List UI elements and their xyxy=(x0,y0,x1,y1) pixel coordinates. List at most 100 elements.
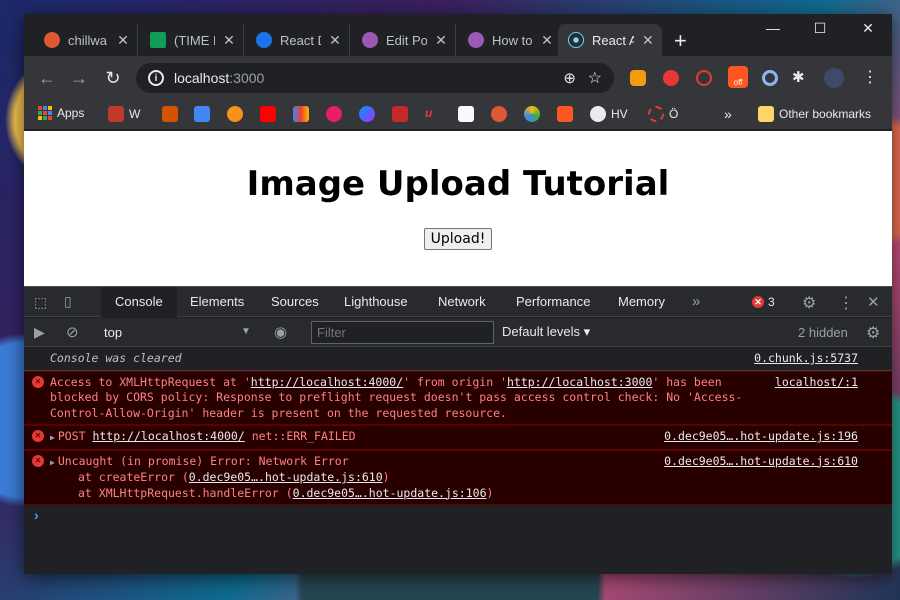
tab-title: chillwa xyxy=(68,32,108,48)
console-settings-icon[interactable]: ⚙ xyxy=(866,323,880,343)
tab-close-icon[interactable]: ✕ xyxy=(435,32,447,49)
upload-button[interactable]: Upload! xyxy=(423,228,493,250)
error-icon: ✕ xyxy=(32,375,44,388)
source-link[interactable]: 0.chunk.js:5737 xyxy=(754,351,858,367)
bookmark-youtube[interactable] xyxy=(260,106,276,122)
bookmark-translate[interactable] xyxy=(194,106,210,122)
tab-title: React D xyxy=(280,32,321,48)
bookmark-favicon-icon xyxy=(524,106,540,122)
tab-title: Edit Po xyxy=(386,32,428,48)
log-levels-dropdown[interactable]: Default levels ▾ xyxy=(502,324,590,340)
tab-react-app[interactable]: React A ✕ xyxy=(558,24,662,56)
devtools-close-icon[interactable]: ✕ xyxy=(867,293,880,311)
filter-input[interactable] xyxy=(311,321,494,344)
error-url-link[interactable]: http://localhost:4000/ xyxy=(92,429,244,443)
puzzle-icon[interactable]: ✱ xyxy=(792,68,808,86)
extension-icon[interactable] xyxy=(630,70,646,86)
menu-icon[interactable]: ⋮ xyxy=(862,67,878,86)
tab-chillwave[interactable]: chillwa ✕ xyxy=(34,24,138,56)
inspect-element-icon[interactable]: ⬚ xyxy=(34,294,47,311)
eye-icon[interactable]: ◉ xyxy=(274,323,287,341)
bookmark-apps[interactable]: Apps xyxy=(38,106,84,120)
bookmark-duckduckgo[interactable] xyxy=(491,106,507,122)
bookmark-w[interactable]: W xyxy=(108,106,140,122)
bookmark-3[interactable] xyxy=(392,106,408,122)
maximize-button[interactable]: ☐ xyxy=(805,20,835,37)
tab-console[interactable]: Console xyxy=(101,287,177,317)
error-icon: ✕ xyxy=(32,454,44,467)
tab-close-icon[interactable]: ✕ xyxy=(642,32,654,49)
web-page: Image Upload Tutorial Upload! xyxy=(24,131,892,286)
tab-edit-post[interactable]: Edit Po ✕ xyxy=(352,24,456,56)
stack-link[interactable]: 0.dec9e05….hot-update.js:106 xyxy=(293,486,487,500)
bookmark-messenger[interactable] xyxy=(359,106,375,122)
bookmark-wwe[interactable] xyxy=(458,106,474,122)
bookmark-star-icon[interactable]: ☆ xyxy=(588,68,602,88)
bookmark-o[interactable]: Ö xyxy=(648,106,678,122)
context-selector[interactable]: top xyxy=(104,325,122,340)
tab-memory[interactable]: Memory xyxy=(618,287,665,317)
tab-close-icon[interactable]: ✕ xyxy=(117,32,129,49)
zoom-icon[interactable]: ⊕ xyxy=(563,69,576,87)
ublock-icon[interactable] xyxy=(663,70,679,86)
duckduckgo-icon xyxy=(44,32,60,48)
bookmark-gmail[interactable] xyxy=(293,106,309,122)
bookmark-2[interactable] xyxy=(326,106,342,122)
more-tabs-icon[interactable]: » xyxy=(692,287,700,317)
tab-network[interactable]: Network xyxy=(438,287,486,317)
tab-lighthouse[interactable]: Lighthouse xyxy=(344,287,408,317)
avatar[interactable] xyxy=(824,68,844,88)
expand-triangle-icon[interactable]: ▶ xyxy=(50,458,55,467)
minimize-button[interactable]: — xyxy=(758,20,788,36)
page-title: Image Upload Tutorial xyxy=(246,164,670,204)
tab-title: (TIME D xyxy=(174,32,215,48)
media-extension-icon[interactable] xyxy=(696,70,712,86)
tab-close-icon[interactable]: ✕ xyxy=(329,32,341,49)
origin-url-link[interactable]: http://localhost:3000 xyxy=(507,375,652,389)
tab-time[interactable]: (TIME D ✕ xyxy=(140,24,244,56)
bookmark-6[interactable] xyxy=(557,106,573,122)
device-toolbar-icon[interactable]: ▯ xyxy=(64,293,72,310)
sidebar-toggle-icon[interactable]: ▶ xyxy=(34,324,45,341)
error-count-badge[interactable]: ✕ 3 xyxy=(752,295,775,309)
bookmark-4[interactable]: u xyxy=(425,106,441,122)
error-url-link[interactable]: http://localhost:4000/ xyxy=(251,375,403,389)
ring-extension-icon[interactable] xyxy=(762,70,778,86)
context-dropdown-icon[interactable]: ▼ xyxy=(241,326,251,337)
forward-arrow-icon[interactable]: → xyxy=(68,68,90,89)
site-info-icon[interactable]: i xyxy=(148,70,164,86)
tab-how-to[interactable]: How to ✕ xyxy=(458,24,562,56)
back-arrow-icon[interactable]: ← xyxy=(36,68,58,89)
devtools-menu-icon[interactable]: ⋮ xyxy=(838,293,854,313)
source-link[interactable]: localhost/:1 xyxy=(775,375,858,391)
clear-console-icon[interactable]: ⊘ xyxy=(66,323,79,341)
source-link[interactable]: 0.dec9e05….hot-update.js:196 xyxy=(664,429,858,445)
bookmark-favicon-icon xyxy=(108,106,124,122)
bookmark-5[interactable] xyxy=(524,106,540,122)
bookmark-1[interactable] xyxy=(162,106,178,122)
stack-link[interactable]: 0.dec9e05….hot-update.js:610 xyxy=(189,470,383,484)
new-tab-button[interactable]: + xyxy=(674,28,687,54)
address-bar[interactable]: i localhost:3000 ⊕ ☆ xyxy=(136,63,614,93)
tab-sources[interactable]: Sources xyxy=(271,287,319,317)
tab-close-icon[interactable]: ✕ xyxy=(541,32,553,49)
console-message-error: ✕ Access to XMLHttpRequest at 'http://lo… xyxy=(24,370,892,425)
bookmarks-bar: Apps W u HV Ö » Other bookmarks xyxy=(24,100,892,130)
settings-gear-icon[interactable]: ⚙ xyxy=(802,293,816,313)
console-prompt-row[interactable]: › xyxy=(24,505,892,527)
tab-strip: chillwa ✕ (TIME D ✕ React D ✕ Edit Po ✕ … xyxy=(24,14,892,56)
window-close-button[interactable]: ✕ xyxy=(853,20,883,37)
bookmark-bitcoin[interactable] xyxy=(227,106,243,122)
hashnode-icon xyxy=(468,32,484,48)
source-link[interactable]: 0.dec9e05….hot-update.js:610 xyxy=(664,454,858,470)
bookmark-other[interactable]: Other bookmarks xyxy=(758,106,871,122)
off-extension-icon[interactable]: off xyxy=(728,66,748,88)
tab-close-icon[interactable]: ✕ xyxy=(223,32,235,49)
bookmarks-overflow-icon[interactable]: » xyxy=(724,106,732,122)
tab-elements[interactable]: Elements xyxy=(190,287,244,317)
reload-icon[interactable]: ↻ xyxy=(102,68,124,89)
tab-performance[interactable]: Performance xyxy=(516,287,590,317)
bookmark-hv[interactable]: HV xyxy=(590,106,628,122)
expand-triangle-icon[interactable]: ▶ xyxy=(50,433,55,442)
tab-react-docs[interactable]: React D ✕ xyxy=(246,24,350,56)
